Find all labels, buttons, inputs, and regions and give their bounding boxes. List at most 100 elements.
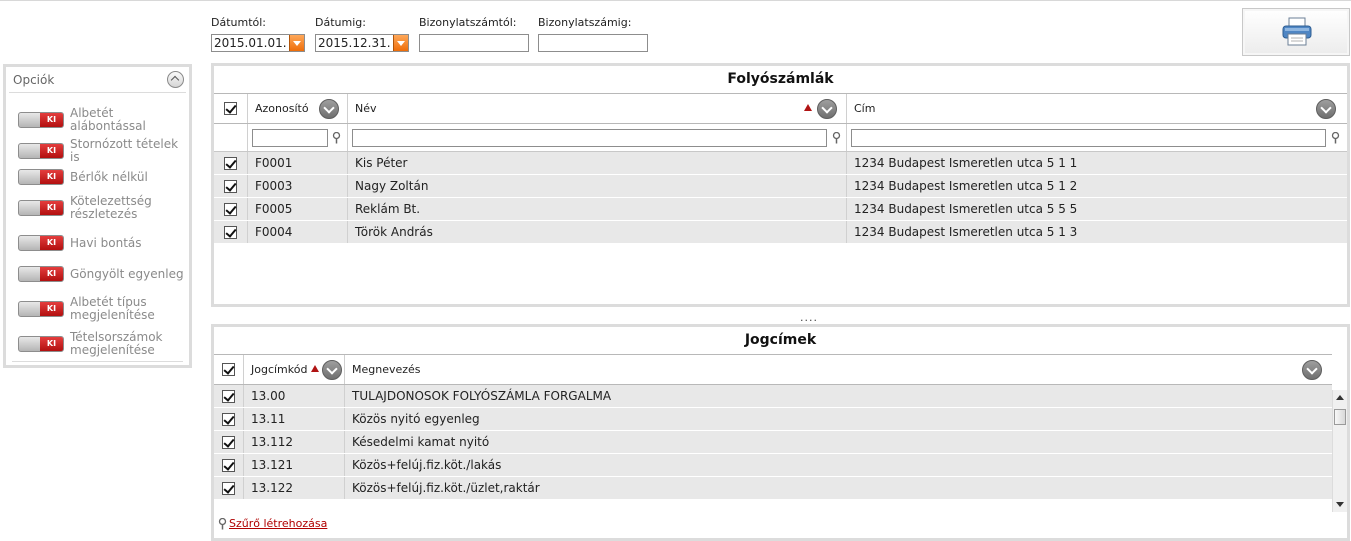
create-filter-link[interactable]: Szűrő létrehozása: [218, 517, 327, 530]
table-row[interactable]: 13.121 Közös+felúj.fiz.köt./lakás: [214, 454, 1332, 477]
date-from-input[interactable]: 2015.01.01.: [211, 34, 305, 52]
doc-to-label: Bizonylatszámig:: [538, 16, 632, 29]
toggle-state: KI: [40, 144, 63, 158]
option-label: Kötelezettség részletezés: [70, 194, 152, 221]
toggle-switch[interactable]: KI: [18, 336, 64, 352]
scroll-thumb[interactable]: [1334, 409, 1346, 425]
row-checkbox[interactable]: [214, 385, 244, 407]
row-checkbox[interactable]: [214, 431, 244, 453]
row-checkbox[interactable]: [214, 175, 248, 197]
toggle-switch[interactable]: KI: [18, 301, 64, 317]
filter-input-address[interactable]: [851, 128, 1326, 147]
toggle-switch[interactable]: KI: [18, 143, 64, 159]
toggle-switch[interactable]: KI: [18, 169, 64, 185]
option-berlok-nelkul[interactable]: KI Bérlők nélkül: [18, 169, 188, 185]
checkbox[interactable]: [224, 156, 237, 170]
option-albetet-tipus[interactable]: KI Albetét típus megjelenítése: [18, 296, 160, 322]
checkbox[interactable]: [224, 179, 237, 193]
create-filter-label: Szűrő létrehozása: [229, 517, 328, 530]
filter-icon[interactable]: [1331, 132, 1340, 144]
toggle-switch[interactable]: KI: [18, 266, 64, 282]
table-row[interactable]: 13.11 Közös nyitó egyenleg: [214, 408, 1332, 431]
toggle-state: KI: [40, 337, 63, 351]
option-stornozott-tetelek[interactable]: KI Stornózott tételek is: [18, 138, 188, 164]
row-checkbox[interactable]: [214, 221, 248, 243]
checkbox[interactable]: [222, 458, 235, 472]
select-all-checkbox[interactable]: [214, 94, 248, 123]
filter-input-name[interactable]: [352, 128, 827, 147]
date-to-dropdown-icon[interactable]: [393, 35, 408, 51]
cell-description: Közös+felúj.fiz.köt./üzlet,raktár: [352, 481, 540, 495]
accounts-filter-row: [214, 124, 1347, 152]
checkbox[interactable]: [224, 225, 237, 239]
checkbox[interactable]: [224, 202, 237, 216]
filter-input-id[interactable]: [252, 128, 328, 147]
doc-from-label: Bizonylatszámtól:: [419, 16, 517, 29]
row-checkbox[interactable]: [214, 454, 244, 476]
panel-splitter[interactable]: ....: [800, 311, 818, 324]
checkbox[interactable]: [222, 363, 235, 376]
cell-code: 13.00: [244, 385, 345, 407]
checkbox[interactable]: [224, 102, 237, 115]
options-divider: [12, 361, 183, 362]
date-from-label: Dátumtól:: [211, 16, 267, 29]
print-button[interactable]: [1242, 8, 1350, 56]
row-checkbox[interactable]: [214, 408, 244, 430]
checkbox[interactable]: [222, 412, 235, 426]
toggle-switch[interactable]: KI: [18, 112, 64, 128]
titles-title: Jogcímek: [744, 332, 817, 348]
table-row[interactable]: F0001 Kis Péter 1234 Budapest Ismeretlen…: [214, 152, 1347, 175]
option-tetelsorszamok[interactable]: KI Tételsorszámok megjelenítése: [18, 331, 170, 357]
cell-description: Késedelmi kamat nyitó: [352, 435, 490, 449]
vertical-scrollbar[interactable]: [1332, 390, 1347, 512]
column-header-description[interactable]: Megnevezés: [345, 355, 1332, 384]
column-header-label: Megnevezés: [352, 363, 421, 376]
table-row[interactable]: F0004 Török András 1234 Budapest Ismeret…: [214, 221, 1347, 244]
option-albetet-alabontas[interactable]: KI Albetét alábontással: [18, 107, 188, 133]
collapse-up-icon[interactable]: [167, 71, 184, 88]
sort-dropdown-icon[interactable]: [1302, 360, 1322, 380]
sort-dropdown-icon[interactable]: [1316, 99, 1336, 119]
table-row[interactable]: 13.112 Késedelmi kamat nyitó: [214, 431, 1332, 454]
column-header-address[interactable]: Cím: [847, 94, 1347, 123]
option-label: Havi bontás: [70, 235, 142, 250]
toggle-switch[interactable]: KI: [18, 200, 64, 216]
date-to-input[interactable]: 2015.12.31.: [315, 34, 409, 52]
column-header-id[interactable]: Azonosító: [248, 94, 348, 123]
toggle-state: KI: [40, 113, 63, 127]
sort-dropdown-icon[interactable]: [817, 99, 837, 119]
sort-dropdown-icon[interactable]: [322, 360, 342, 380]
sort-dropdown-icon[interactable]: [319, 99, 339, 119]
checkbox[interactable]: [222, 481, 235, 495]
sort-ascending-icon: [804, 104, 812, 111]
titles-grid: Jogcímkód Megnevezés 13.00 TULAJDONOSOK …: [214, 354, 1332, 505]
scroll-down-icon[interactable]: [1336, 502, 1344, 507]
row-checkbox[interactable]: [214, 477, 244, 499]
option-havi-bontas[interactable]: KI Havi bontás: [18, 235, 188, 251]
option-gongyolt-egyenleg[interactable]: KI Göngyölt egyenleg: [18, 266, 188, 282]
column-header-name[interactable]: Név: [348, 94, 847, 123]
filter-icon[interactable]: [332, 132, 341, 144]
row-checkbox[interactable]: [214, 152, 248, 174]
filter-cell-address: [847, 124, 1347, 151]
checkbox[interactable]: [222, 435, 235, 449]
table-row[interactable]: F0003 Nagy Zoltán 1234 Budapest Ismeretl…: [214, 175, 1347, 198]
cell-id: F0001: [248, 152, 348, 174]
select-all-checkbox[interactable]: [214, 355, 244, 384]
table-row[interactable]: 13.122 Közös+felúj.fiz.köt./üzlet,raktár: [214, 477, 1332, 500]
date-from-dropdown-icon[interactable]: [289, 35, 304, 51]
printer-icon: [1282, 17, 1312, 46]
doc-from-input[interactable]: [419, 34, 529, 52]
table-row[interactable]: F0005 Reklám Bt. 1234 Budapest Ismeretle…: [214, 198, 1347, 221]
option-label: Stornózott tételek is: [70, 137, 179, 164]
checkbox[interactable]: [222, 389, 235, 403]
column-header-code[interactable]: Jogcímkód: [244, 355, 345, 384]
filter-icon[interactable]: [832, 132, 841, 144]
doc-to-input[interactable]: [538, 34, 648, 52]
scroll-up-icon[interactable]: [1336, 395, 1344, 400]
option-kotelezettseg[interactable]: KI Kötelezettség részletezés: [18, 195, 160, 221]
accounts-title: Folyószámlák: [727, 71, 834, 87]
toggle-switch[interactable]: KI: [18, 235, 64, 251]
row-checkbox[interactable]: [214, 198, 248, 220]
table-row[interactable]: 13.00 TULAJDONOSOK FOLYÓSZÁMLA FORGALMA: [214, 385, 1332, 408]
